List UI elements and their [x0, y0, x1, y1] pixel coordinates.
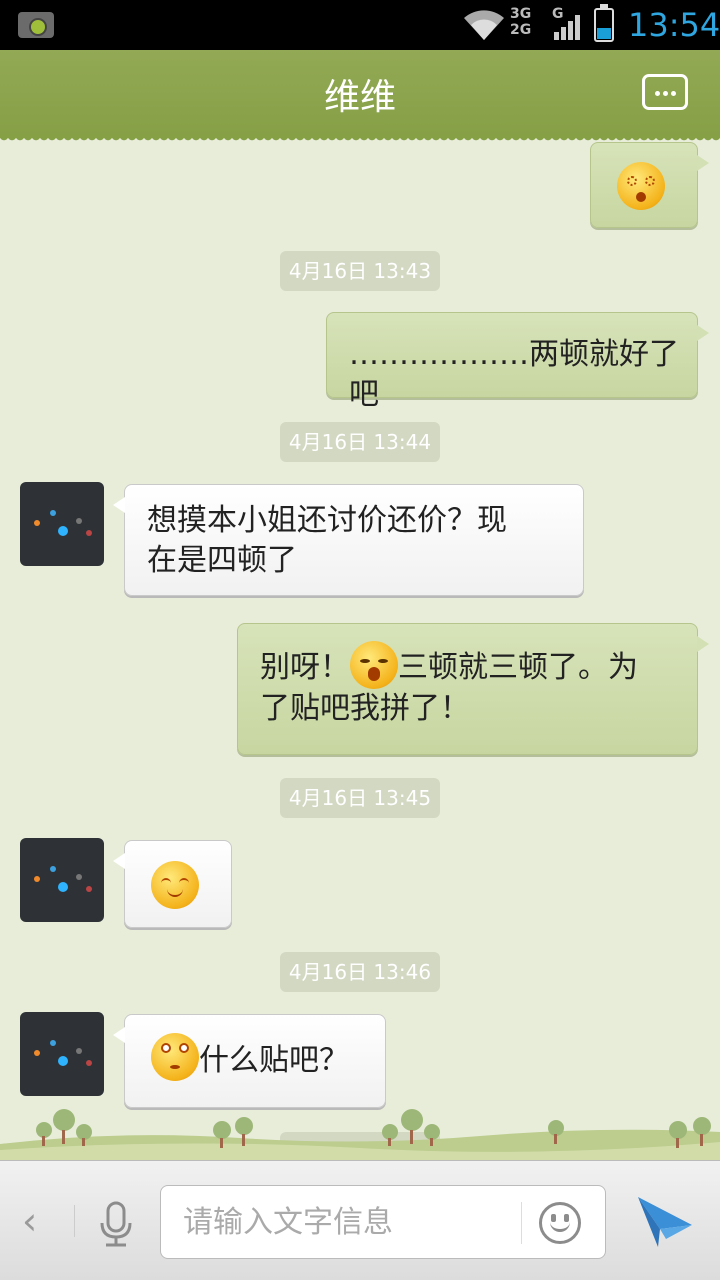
message-input[interactable]	[183, 1200, 513, 1244]
chevron-left-icon[interactable]: ‹	[22, 1199, 37, 1243]
microphone-icon[interactable]	[98, 1201, 134, 1247]
battery-level	[597, 28, 611, 39]
message-text: 别呀！	[260, 650, 350, 685]
timestamp: 4月16日 13:43	[280, 251, 440, 291]
more-icon-dot	[663, 91, 668, 96]
more-icon	[655, 91, 660, 96]
more-icon-dot	[671, 91, 676, 96]
incoming-message[interactable]: 想摸本小姐还讨价还价？现 在是四顿了	[113, 484, 584, 596]
message-text: 三顿就三顿了。为	[398, 650, 638, 685]
message-text: ………………两顿就好了吧	[349, 337, 679, 412]
outgoing-message[interactable]: 别呀！ 三顿就三顿了。为 了贴吧我拼了！	[237, 623, 709, 755]
avatar[interactable]	[20, 1012, 104, 1096]
incoming-message[interactable]	[113, 840, 232, 928]
rolling-eyes-emoji-icon	[151, 1032, 199, 1081]
clock: 13:54	[628, 6, 720, 44]
message-text: 在是四顿了	[147, 543, 297, 578]
network-type-label: 3G 2G	[510, 6, 532, 38]
timestamp: 4月16日 13:44	[280, 422, 440, 462]
avatar[interactable]	[20, 838, 104, 922]
divider	[521, 1202, 522, 1244]
crying-emoji-icon	[350, 640, 398, 689]
wifi-icon	[464, 10, 504, 40]
message-text: 想摸本小姐还讨价还价？现	[147, 503, 507, 538]
smile-emoji-icon	[151, 861, 199, 909]
smiley-icon[interactable]	[539, 1202, 581, 1244]
send-icon[interactable]	[636, 1195, 694, 1249]
landscape-decoration	[0, 1109, 720, 1162]
dizzy-emoji-icon	[617, 162, 665, 210]
message-line: 别呀！ 三顿就三顿了。为	[260, 640, 697, 689]
message-text: 了贴吧我拼了！	[260, 690, 470, 726]
outgoing-message[interactable]: ………………两顿就好了吧	[326, 312, 709, 412]
camera-icon	[18, 12, 54, 38]
signal-icon	[554, 15, 580, 40]
outgoing-message[interactable]	[590, 142, 709, 228]
title-bar: 维维	[0, 50, 720, 144]
status-bar: 3G 2G G 13:54	[0, 0, 720, 50]
battery-icon	[594, 4, 614, 42]
page-title: 维维	[323, 77, 396, 118]
message-input-box	[160, 1185, 606, 1259]
timestamp: 4月16日 13:46	[280, 952, 440, 992]
divider	[74, 1205, 75, 1237]
timestamp: 4月16日 13:45	[280, 778, 440, 818]
input-bar: ‹	[0, 1160, 720, 1280]
incoming-message[interactable]: 什么贴吧？	[113, 1014, 386, 1108]
more-button[interactable]	[642, 74, 688, 110]
chat-list[interactable]: 4月16日 13:43 ………………两顿就好了吧 4月16日 13:44 想摸本…	[0, 138, 720, 1160]
message-text: 什么贴吧？	[199, 1043, 349, 1078]
avatar[interactable]	[20, 482, 104, 566]
